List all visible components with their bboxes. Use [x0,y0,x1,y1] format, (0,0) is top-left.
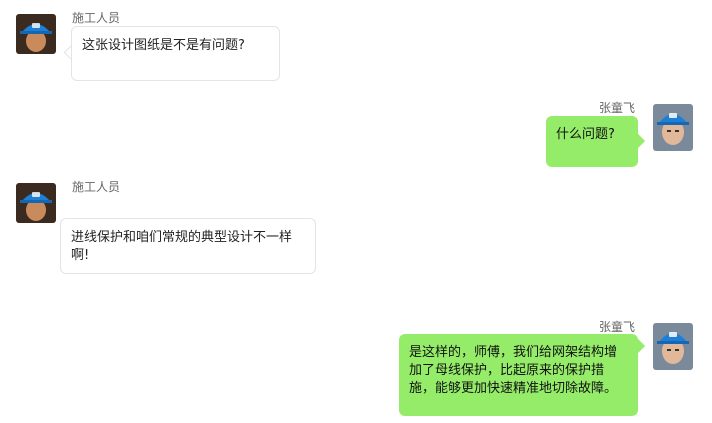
sender-name: 施工人员 [72,11,121,25]
message-bubble[interactable]: 是这样的，师傅，我们给网架结构增加了母线保护，比起原来的保护措施，能够更加快速精… [399,334,638,416]
avatar[interactable] [653,104,693,151]
sender-name: 张童飞 [599,320,636,334]
worker-avatar-icon [16,14,56,54]
avatar[interactable] [653,323,693,370]
sender-name: 施工人员 [72,180,121,194]
worker-avatar-icon [16,183,56,223]
message-bubble[interactable]: 进线保护和咱们常规的典型设计不一样啊! [60,218,316,274]
avatar[interactable] [16,14,56,54]
message-text: 这张设计图纸是不是有问题? [82,38,245,53]
engineer-avatar-icon [653,323,693,370]
sender-name: 张童飞 [599,101,636,115]
message-text: 进线保护和咱们常规的典型设计不一样啊! [71,230,293,263]
message-bubble[interactable]: 什么问题? [546,116,638,167]
message-bubble[interactable]: 这张设计图纸是不是有问题? [71,26,280,81]
engineer-avatar-icon [653,104,693,151]
message-text: 是这样的，师傅，我们给网架结构增加了母线保护，比起原来的保护措施，能够更加快速精… [409,345,618,396]
avatar[interactable] [16,183,56,223]
message-text: 什么问题? [556,127,615,142]
